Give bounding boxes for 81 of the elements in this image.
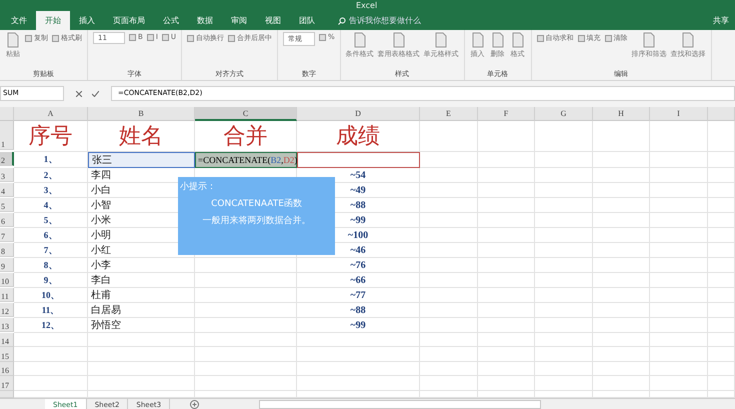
- column-header[interactable]: H: [593, 107, 650, 121]
- ribbon-tab[interactable]: 团队: [290, 11, 324, 30]
- row-header[interactable]: 2: [0, 152, 14, 166]
- table-cell: 小李: [88, 258, 195, 273]
- row-header[interactable]: 4: [0, 183, 14, 198]
- row-header[interactable]: 7: [0, 228, 14, 242]
- table-cell: 6、: [14, 228, 88, 243]
- ribbon-tab[interactable]: 数据: [188, 11, 222, 30]
- row-header[interactable]: 9: [0, 258, 14, 272]
- row-header[interactable]: 11: [0, 288, 14, 302]
- table-cell: 12、: [14, 318, 88, 333]
- table-cell: 9、: [14, 273, 88, 288]
- search-icon: [338, 16, 346, 24]
- table-cell: 10、: [14, 288, 88, 303]
- ribbon-tab[interactable]: 公式: [154, 11, 188, 30]
- ribbon-tab[interactable]: 审阅: [222, 11, 256, 30]
- column-header[interactable]: D: [297, 107, 420, 121]
- square-icon: [319, 34, 326, 40]
- table-cell: ~88: [297, 303, 420, 318]
- square-icon: [536, 34, 544, 42]
- column-header[interactable]: [708, 107, 735, 121]
- select-all-button[interactable]: [0, 107, 14, 121]
- table-cell: 杜甫: [88, 288, 195, 303]
- row-header[interactable]: 1: [0, 121, 14, 150]
- row-header[interactable]: 8: [0, 243, 14, 258]
- column-header[interactable]: I: [650, 107, 708, 121]
- square-icon: [162, 34, 169, 40]
- column-header[interactable]: B: [88, 107, 195, 121]
- header-cell: 序号: [14, 121, 88, 152]
- tell-me-field[interactable]: 告诉我你想要做什么: [338, 15, 421, 26]
- table-cell: 孙悟空: [88, 318, 195, 333]
- table-cell: 5、: [14, 213, 88, 228]
- row-header[interactable]: 14: [0, 333, 14, 348]
- row-header[interactable]: 5: [0, 198, 14, 212]
- ribbon-tab[interactable]: 插入: [70, 11, 104, 30]
- row-header[interactable]: 12: [0, 303, 14, 318]
- square-icon: [129, 34, 136, 40]
- selected-cell: 张三: [88, 152, 195, 168]
- share-button[interactable]: 共享: [713, 15, 729, 26]
- column-header[interactable]: G: [535, 107, 593, 121]
- table-cell: ~66: [297, 273, 420, 288]
- table-cell: 8、: [14, 258, 88, 273]
- table-cell: ~99: [297, 318, 420, 333]
- row-header[interactable]: 10: [0, 273, 14, 288]
- table-cell: ~76: [297, 258, 420, 273]
- column-header[interactable]: A: [14, 107, 88, 121]
- square-icon: [146, 34, 154, 40]
- header-cell: 成绩: [297, 121, 420, 152]
- column-header[interactable]: C: [195, 107, 297, 121]
- row-header[interactable]: 17: [0, 376, 14, 391]
- add-sheet-icon[interactable]: [190, 400, 200, 409]
- square-icon: [52, 34, 59, 42]
- window-title: Excel: [356, 1, 378, 10]
- square-icon: [604, 34, 612, 42]
- check-icon[interactable]: [92, 90, 99, 96]
- table-cell: 李白: [88, 273, 195, 288]
- square-icon: [25, 34, 32, 42]
- square-icon: [228, 34, 236, 42]
- horizontal-scrollbar[interactable]: [259, 400, 542, 409]
- table-cell: ~77: [297, 288, 420, 303]
- square-icon: [578, 34, 585, 42]
- row-header[interactable]: 15: [0, 347, 14, 362]
- table-cell: 7、: [14, 243, 88, 258]
- row-header[interactable]: 16: [0, 362, 14, 376]
- table-cell: 白居易: [88, 303, 195, 318]
- ribbon-tab[interactable]: 文件: [2, 11, 36, 30]
- ribbon-tab[interactable]: 开始: [36, 11, 70, 30]
- row-header[interactable]: 3: [0, 168, 14, 182]
- table-cell: 4、: [14, 198, 88, 213]
- row-header[interactable]: 6: [0, 213, 14, 228]
- ribbon-tab[interactable]: 视图: [256, 11, 290, 30]
- square-icon: [187, 34, 194, 42]
- formula-cell[interactable]: =CONCATENATE(B2,D2): [195, 152, 297, 168]
- column-header[interactable]: E: [420, 107, 478, 121]
- table-cell: 2、: [14, 168, 88, 183]
- row-header[interactable]: 13: [0, 318, 14, 332]
- ribbon-tab[interactable]: 页面布局: [104, 11, 154, 30]
- table-cell: 3、: [14, 183, 88, 198]
- close-icon[interactable]: [76, 90, 82, 96]
- table-cell: 11、: [14, 303, 88, 318]
- column-header[interactable]: F: [478, 107, 535, 121]
